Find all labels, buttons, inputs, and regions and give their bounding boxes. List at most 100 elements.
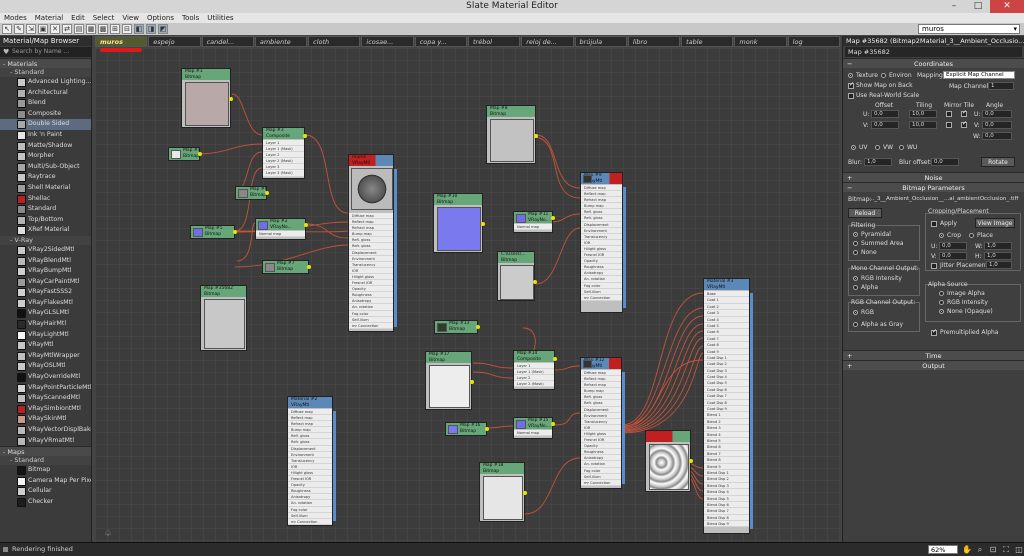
texture-radio[interactable] xyxy=(848,73,853,78)
close-button[interactable]: ✕ xyxy=(990,0,1024,13)
zoom-icon[interactable]: ⌕ xyxy=(975,545,985,555)
pyramidal-radio[interactable] xyxy=(853,232,858,237)
vray-group-header[interactable]: - V-Ray xyxy=(0,235,91,245)
vray-item-vraycarpaintmtl[interactable]: VRayCarPaintMtl xyxy=(0,277,91,288)
node-map2-output-port[interactable] xyxy=(304,223,308,227)
delete-selected-icon[interactable]: ✕ xyxy=(50,24,60,34)
node-stone-bitmap[interactable] xyxy=(645,430,693,492)
menu-modes[interactable]: Modes xyxy=(4,13,27,23)
v-angle-field[interactable]: 0,0 xyxy=(982,121,1012,129)
vray-item-vraymtlwrapper[interactable]: VRayMtlWrapper xyxy=(0,351,91,362)
tab-brujula[interactable]: brújula xyxy=(574,36,627,47)
material-item-composite[interactable]: Composite xyxy=(0,109,91,120)
move-children-icon[interactable]: ⇄ xyxy=(62,24,72,34)
zoom-selected-icon[interactable]: ◫ xyxy=(1014,545,1024,555)
wu-radio[interactable] xyxy=(899,145,904,150)
map-name-field[interactable]: Map #35682 xyxy=(845,47,1022,57)
assign-material-icon[interactable]: ▣ xyxy=(38,24,48,34)
node-map3-composite[interactable]: Map #3 Composite Layer 1 Layer 1 (Mask) … xyxy=(262,127,307,179)
node-map5-output-port[interactable] xyxy=(233,230,237,234)
slot-mr-connection[interactable]: mr Connection xyxy=(581,294,622,301)
environ-radio[interactable] xyxy=(881,73,886,78)
menu-view[interactable]: View xyxy=(122,13,139,23)
summed-area-radio[interactable] xyxy=(853,241,858,246)
material-item-shell-material[interactable]: Shell Material xyxy=(0,183,91,194)
minimize-button[interactable]: – xyxy=(942,0,966,13)
node-ambocc-output-port[interactable] xyxy=(533,280,537,284)
search-input[interactable]: Search by Name ... xyxy=(0,47,91,57)
vray-item-vrayvrmatmtl[interactable]: VRayVRmatMtl xyxy=(0,436,91,447)
node-map1-output-port[interactable] xyxy=(229,97,233,101)
node-map18-output-port[interactable] xyxy=(523,491,527,495)
layout-children-icon[interactable]: ⊟ xyxy=(122,24,132,34)
maximize-button[interactable]: □ xyxy=(966,0,990,13)
tab-icosae[interactable]: icosae... xyxy=(361,36,414,47)
tab-monk[interactable]: monk xyxy=(734,36,787,47)
vray-item-vray2sidedmtl[interactable]: VRay2SidedMtl xyxy=(0,245,91,256)
select-by-material-icon[interactable]: ◩ xyxy=(158,24,168,34)
material-map-browser-icon[interactable]: ◧ xyxy=(134,24,144,34)
crop-h-field[interactable]: 1,0 xyxy=(984,252,1012,260)
tab-espejo[interactable]: espejo xyxy=(148,36,201,47)
node-map8-bitmap[interactable]: Map #8 Bitmap xyxy=(486,105,538,164)
slot-normal-map[interactable]: Normal map xyxy=(256,231,305,238)
node-view-canvas[interactable]: Map #1 Bitmap Map #3 Composite Layer 1 L… xyxy=(95,48,840,542)
real-world-scale-checkbox[interactable] xyxy=(848,93,854,99)
node-map16-bitmap[interactable]: Map #16 Bitmap xyxy=(445,422,489,436)
menu-options[interactable]: Options xyxy=(147,13,174,23)
node-muros-vraymtl[interactable]: muros VRayMtl Diffuse map Reflect map Re… xyxy=(348,154,397,332)
slot-blend-dsp-9[interactable]: Blend Dsp 9 xyxy=(704,521,749,528)
coordinates-rollout[interactable]: Coordinates xyxy=(843,58,1024,69)
vray-item-vrayblendmtl[interactable]: VRayBlendMtl xyxy=(0,256,91,267)
u-mirror-checkbox[interactable] xyxy=(946,111,952,117)
navigator-icon[interactable]: ♤ xyxy=(104,529,112,539)
vray-item-vraybumpmtl[interactable]: VRayBumpMtl xyxy=(0,266,91,277)
zoom-extents-icon[interactable]: ⛶ xyxy=(1001,545,1011,555)
v-offset-field[interactable]: 0,0 xyxy=(871,121,899,129)
material-item-double-sided[interactable]: Double Sided xyxy=(0,119,91,130)
u-tiling-field[interactable]: 10,0 xyxy=(909,110,937,118)
u-offset-field[interactable]: 0,0 xyxy=(871,110,899,118)
node-map6-output-port[interactable] xyxy=(265,191,269,195)
vray-item-vrayskinmtl[interactable]: VRaySkinMtl xyxy=(0,414,91,425)
image-alpha-radio[interactable] xyxy=(939,291,944,296)
zoom-dropdown[interactable]: 62% xyxy=(928,545,958,554)
vray-item-vrayscannedmtl[interactable]: VRayScannedMtl xyxy=(0,393,91,404)
material-item-ink-n-paint[interactable]: Ink 'n Paint xyxy=(0,130,91,141)
tab-candel[interactable]: candel... xyxy=(201,36,254,47)
vray-item-vraymtl[interactable]: VRayMtl xyxy=(0,340,91,351)
tab-cloth[interactable]: cloth xyxy=(308,36,361,47)
node-map5-bitmap[interactable]: Map #5 Bitmap xyxy=(190,225,237,239)
u-angle-field[interactable]: 0,0 xyxy=(982,110,1012,118)
layout-all-icon[interactable]: ⊞ xyxy=(110,24,120,34)
vray-item-vraysimbiontmtl[interactable]: VRaySimbiontMtl xyxy=(0,404,91,415)
blur-offset-field[interactable]: 0,0 xyxy=(931,158,959,166)
node-map16-output-port[interactable] xyxy=(485,427,489,431)
mono-alpha-radio[interactable] xyxy=(853,285,858,290)
slot-mr-connection[interactable]: mr Connection xyxy=(349,322,393,329)
material-item-standard[interactable]: Standard xyxy=(0,204,91,215)
node-map14-composite[interactable]: Map #14 Composite Layer 1 Layer 1 (Mask)… xyxy=(513,350,557,390)
rgb-radio[interactable] xyxy=(853,310,858,315)
menu-tools[interactable]: Tools xyxy=(182,13,199,23)
material-item-raytrace[interactable]: Raytrace xyxy=(0,172,91,183)
pan-icon[interactable]: ✋ xyxy=(962,545,972,555)
jitter-placement-checkbox[interactable] xyxy=(931,263,937,269)
node-map18-bitmap[interactable]: Map #18 Bitmap xyxy=(479,462,527,522)
node-map11-vraynormal[interactable]: Map #11 VRayNo... Normal map xyxy=(513,211,555,233)
material-item-top-bottom[interactable]: Top/Bottom xyxy=(0,215,91,226)
view-image-button[interactable]: View Image xyxy=(975,218,1015,228)
maps-group-header[interactable]: - Maps xyxy=(0,446,91,457)
node-ambient-occlusion-bitmap[interactable]: C:\Users\... Bitmap xyxy=(497,251,537,301)
standard-group-header[interactable]: - Standard xyxy=(0,68,91,77)
node-map9-output-bar[interactable] xyxy=(623,187,626,308)
material-item-blend[interactable]: Blend xyxy=(0,98,91,109)
pick-material-icon[interactable]: ✎ xyxy=(14,24,24,34)
material-item-shellac[interactable]: Shellac xyxy=(0,194,91,205)
menu-edit[interactable]: Edit xyxy=(71,13,85,23)
vw-radio[interactable] xyxy=(875,145,880,150)
tab-muros[interactable]: muros xyxy=(95,36,148,47)
vray-item-vraylightmtl[interactable]: VRayLightMtl xyxy=(0,330,91,341)
node-map10-output-port[interactable] xyxy=(481,222,485,226)
show-map-in-viewport-icon[interactable]: ▦ xyxy=(86,24,96,34)
